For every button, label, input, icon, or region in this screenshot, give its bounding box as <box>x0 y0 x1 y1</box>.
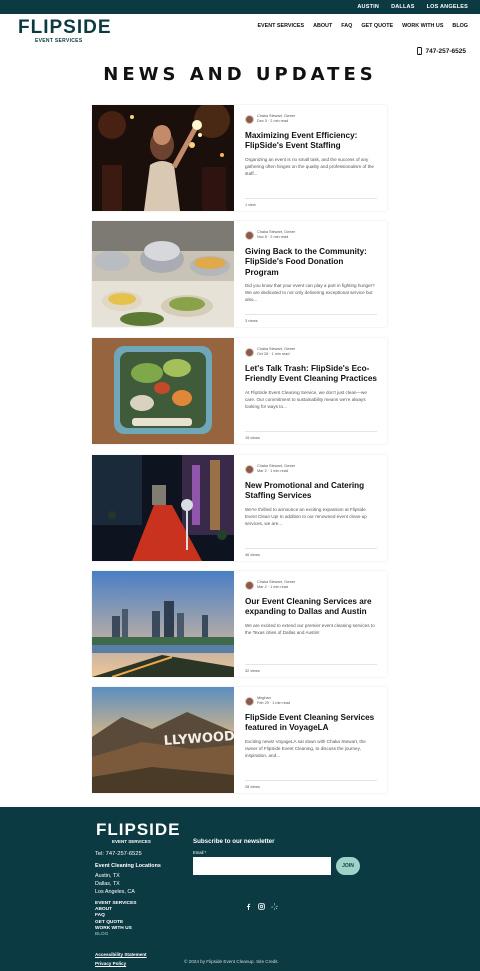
blog-post-card[interactable]: Chaka Stewart, Owner Mar 2 · 1 min read O… <box>92 571 387 677</box>
logo-tagline: EVENT SERVICES <box>35 38 83 44</box>
nav-blog[interactable]: BLOG <box>452 23 468 29</box>
newsletter-heading: Subscribe to our newsletter <box>193 838 275 845</box>
site-logo[interactable]: FLIPSIDE EVENT SERVICES <box>18 18 111 46</box>
post-title[interactable]: Our Event Cleaning Services are expandin… <box>245 597 377 618</box>
blog-post-card[interactable]: Chaka Stewart, Owner Dec 3 · 2 min read M… <box>92 105 387 211</box>
footer-logo-wordmark: FLIPSIDE <box>96 820 181 839</box>
facebook-icon[interactable] <box>245 903 252 910</box>
footer-phone[interactable]: Tel: 747-257-6525 <box>95 851 142 857</box>
post-date: Oct 26 · 1 min read <box>257 352 290 356</box>
post-author[interactable]: Chaka Stewart, Owner Dec 3 · 2 min read <box>245 113 377 125</box>
post-image-compost-bin[interactable] <box>92 338 234 444</box>
post-date: Feb 29 · 1 min read <box>257 701 291 705</box>
author-avatar[interactable] <box>245 114 254 124</box>
nav-about[interactable]: ABOUT <box>313 23 332 29</box>
yelp-icon[interactable] <box>271 903 278 910</box>
phone-number: 747-257-6525 <box>425 47 466 55</box>
post-excerpt: We're thrilled to announce an exciting e… <box>245 506 367 526</box>
blog-post-card[interactable]: LLYWOOD Meghan Feb 29 · 1 min read FlipSi… <box>92 687 387 793</box>
author-avatar[interactable] <box>245 696 254 706</box>
logo-wordmark: FLIPSIDE <box>18 17 112 38</box>
newsletter-email-input[interactable] <box>193 857 331 875</box>
post-excerpt: At FlipSide Event Cleaning Service, we d… <box>245 389 367 409</box>
instagram-icon[interactable] <box>258 903 265 910</box>
author-avatar[interactable] <box>245 347 254 357</box>
post-date: Dec 3 · 2 min read <box>257 119 289 123</box>
post-date: Nov 5 · 2 min read <box>257 235 289 239</box>
nav-get-quote[interactable]: GET QUOTE <box>361 23 393 29</box>
footer-logo[interactable]: FLIPSIDE EVENT SERVICES <box>96 821 180 847</box>
city-link-dallas[interactable]: DALLAS <box>391 4 415 10</box>
blog-post-card[interactable]: Chaka Stewart, Owner Nov 5 · 2 min read G… <box>92 221 387 327</box>
post-title[interactable]: Giving Back to the Community: FlipSide's… <box>245 247 377 278</box>
author-avatar[interactable] <box>245 230 254 240</box>
post-excerpt: Organizing an event is no small task, an… <box>245 156 374 176</box>
join-button[interactable]: JOIN <box>336 857 360 875</box>
post-image-hollywood-sign[interactable]: LLYWOOD <box>92 687 234 793</box>
author-avatar[interactable] <box>245 464 254 474</box>
post-title[interactable]: Maximizing Event Efficiency: FlipSide's … <box>245 131 377 152</box>
post-image-party[interactable] <box>92 105 234 211</box>
post-author[interactable]: Chaka Stewart, Owner Mar 2 · 1 min read <box>245 579 377 591</box>
page-title: NEWS AND UPDATES <box>103 64 377 85</box>
post-views: 15 views <box>245 431 377 440</box>
post-date: Mar 2 · 1 min read <box>257 585 289 589</box>
post-views: 46 views <box>245 548 377 557</box>
location-austin: Austin, TX <box>95 873 120 879</box>
site-footer: FLIPSIDE EVENT SERVICES Tel: 747-257-652… <box>0 807 480 971</box>
site-header: FLIPSIDE EVENT SERVICES EVENT SERVICES A… <box>0 14 480 55</box>
post-author[interactable]: Chaka Stewart, Owner Nov 5 · 2 min read <box>245 229 377 241</box>
post-author[interactable]: Chaka Stewart, Owner Mar 2 · 1 min read <box>245 463 377 475</box>
nav-faq[interactable]: FAQ <box>341 23 352 29</box>
copyright-text: © 2024 by Flipside Event Cleanup. Site C… <box>184 959 279 964</box>
locations-list: Austin, TX Dallas, TX Los Angeles, CA <box>95 873 135 896</box>
post-title[interactable]: Let's Talk Trash: FlipSide's Eco-Friendl… <box>245 364 377 385</box>
city-link-austin[interactable]: AUSTIN <box>357 4 379 10</box>
post-views: 3 views <box>245 314 377 323</box>
location-los-angeles: Los Angeles, CA <box>95 888 135 895</box>
blog-post-card[interactable]: Chaka Stewart, Owner Oct 26 · 1 min read … <box>92 338 387 444</box>
post-image-catering[interactable] <box>92 221 234 327</box>
post-image-skyline[interactable] <box>92 571 234 677</box>
post-excerpt: Exciting news! VoyageLA sat down with Ch… <box>245 738 366 758</box>
post-author[interactable]: Chaka Stewart, Owner Oct 26 · 1 min read <box>245 346 377 358</box>
social-links <box>245 903 278 910</box>
author-avatar[interactable] <box>245 580 254 590</box>
post-image-red-carpet[interactable] <box>92 455 234 561</box>
nav-event-services[interactable]: EVENT SERVICES <box>257 23 304 29</box>
post-excerpt: We are excited to extend our premier eve… <box>245 622 375 635</box>
header-phone[interactable]: 747-257-6525 <box>416 47 466 55</box>
post-title[interactable]: FlipSide Event Cleaning Services feature… <box>245 713 377 734</box>
phone-icon <box>416 47 422 55</box>
footer-logo-tagline: EVENT SERVICES <box>112 839 151 844</box>
post-views: 1 view <box>245 198 377 207</box>
post-author[interactable]: Meghan Feb 29 · 1 min read <box>245 695 377 707</box>
nav-work-with-us[interactable]: WORK WITH US <box>402 23 443 29</box>
blog-post-card[interactable]: Chaka Stewart, Owner Mar 2 · 1 min read N… <box>92 455 387 561</box>
post-title[interactable]: New Promotional and Catering Staffing Se… <box>245 481 377 502</box>
main-nav: EVENT SERVICES ABOUT FAQ GET QUOTE WORK … <box>257 23 468 29</box>
footer-link-blog[interactable]: BLOG <box>95 932 137 938</box>
city-link-los-angeles[interactable]: LOS ANGELES <box>427 4 468 10</box>
top-city-bar: AUSTIN DALLAS LOS ANGELES <box>0 0 480 14</box>
post-views: 32 views <box>245 664 377 673</box>
post-views: 28 views <box>245 780 377 789</box>
email-label: Email * <box>193 850 207 855</box>
privacy-policy-link[interactable]: Privacy Policy <box>95 959 147 968</box>
footer-nav: EVENT SERVICES ABOUT FAQ GET QUOTE WORK … <box>95 901 137 938</box>
location-dallas: Dallas, TX <box>95 880 120 887</box>
footer-legal: Accessibility Statement Privacy Policy <box>95 950 147 968</box>
post-excerpt: Did you know that your event can play a … <box>245 283 375 303</box>
locations-heading: Event Cleaning Locations <box>95 863 161 869</box>
post-date: Mar 2 · 1 min read <box>257 469 289 473</box>
accessibility-statement-link[interactable]: Accessibility Statement <box>95 950 147 959</box>
